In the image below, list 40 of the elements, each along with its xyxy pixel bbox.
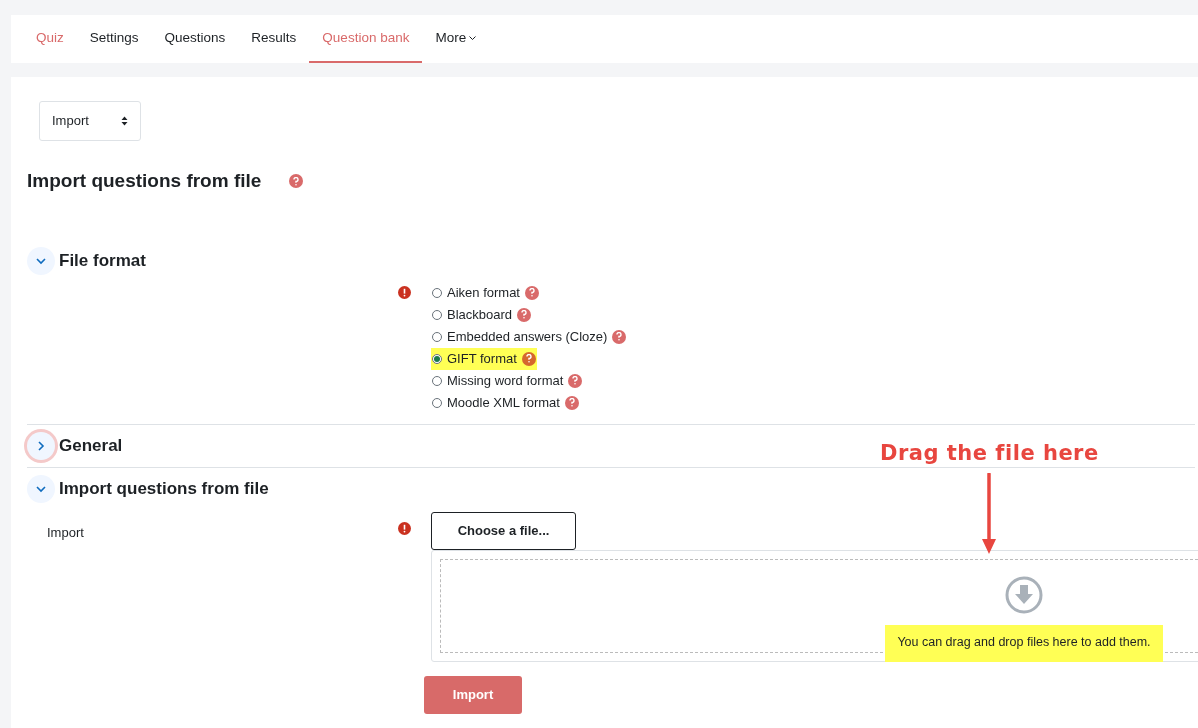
radio-button[interactable] bbox=[432, 309, 442, 320]
field-label: Import bbox=[47, 524, 84, 540]
help-icon[interactable] bbox=[289, 174, 304, 189]
page-heading: Import questions from file bbox=[27, 169, 262, 193]
collapse-toggle[interactable] bbox=[27, 431, 55, 460]
option-label[interactable]: Blackboard bbox=[447, 304, 513, 325]
dropzone-message: You can drag and drop files here to add them. bbox=[885, 624, 1163, 662]
help-icon[interactable] bbox=[568, 373, 583, 388]
nav-tab[interactable]: Results bbox=[238, 15, 310, 63]
collapse-toggle[interactable] bbox=[27, 474, 55, 503]
choose-file-button[interactable]: Choose a file... bbox=[431, 511, 576, 550]
option-label[interactable]: Embedded answers (Cloze) bbox=[447, 326, 608, 347]
caret-icon bbox=[469, 35, 477, 41]
annotation-text: Drag the file here bbox=[880, 440, 1099, 467]
nav-tab[interactable]: Settings bbox=[76, 15, 152, 63]
radio-button[interactable] bbox=[432, 287, 442, 298]
nav-tab[interactable]: Question bank bbox=[309, 15, 423, 63]
option-label[interactable]: GIFT format bbox=[447, 348, 517, 369]
option-label[interactable]: Moodle XML format bbox=[447, 392, 560, 413]
option-label[interactable]: Aiken format bbox=[447, 282, 520, 303]
action-select[interactable]: Import bbox=[39, 101, 141, 141]
chevron-right-icon bbox=[35, 439, 47, 452]
section-title[interactable]: Import questions from file bbox=[59, 475, 269, 502]
help-icon[interactable] bbox=[517, 307, 532, 322]
radio-button[interactable] bbox=[432, 331, 442, 342]
help-icon[interactable] bbox=[525, 285, 539, 300]
dropzone[interactable]: You can drag and drop files here to add them. bbox=[431, 549, 1198, 662]
section-title[interactable]: File format bbox=[59, 247, 146, 274]
collapse-toggle[interactable] bbox=[27, 246, 55, 275]
sort-caret-icon bbox=[121, 116, 128, 126]
section-title[interactable]: General bbox=[59, 432, 123, 459]
radio-button[interactable] bbox=[432, 375, 442, 386]
radio-button[interactable] bbox=[432, 353, 442, 364]
more-menu[interactable]: More bbox=[422, 15, 490, 63]
help-icon[interactable] bbox=[564, 395, 579, 410]
help-icon[interactable] bbox=[521, 351, 536, 366]
nav-tab[interactable]: Questions bbox=[151, 15, 239, 63]
option-label[interactable]: Missing word format bbox=[447, 370, 564, 391]
radio-button[interactable] bbox=[432, 397, 442, 408]
help-icon[interactable] bbox=[612, 329, 627, 344]
